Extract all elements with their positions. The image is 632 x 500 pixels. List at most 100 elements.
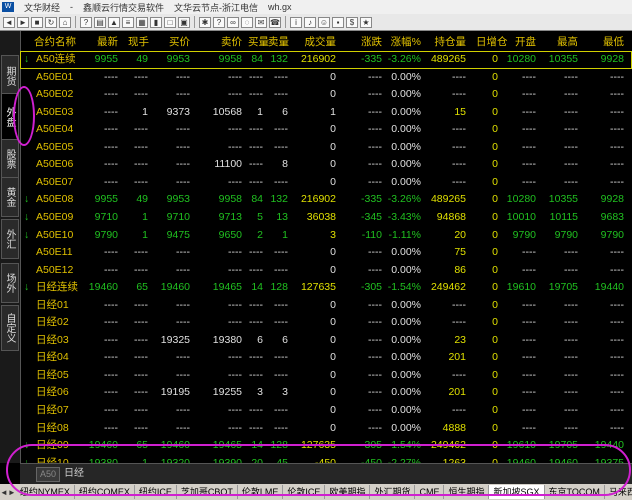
cell-成交量: 0	[330, 368, 336, 381]
table-row[interactable]: A50E12 ---- ---- ---- ---- ---- ---- 0 ---- 0.00%…	[20, 262, 632, 280]
bars-icon[interactable]: ▮	[150, 16, 162, 28]
tab-scroll-left-icon[interactable]: ◄	[0, 488, 8, 497]
window-icon[interactable]: □	[164, 16, 176, 28]
cell-卖价: 19255	[212, 386, 242, 399]
cell-最新: ----	[104, 246, 118, 259]
cell-涨幅%: -1.54%	[387, 281, 421, 294]
table-row[interactable]: ↓ A50E10 9790 1 9475 9650 2 1 3 -110 -1.11% 20 0 9790…	[20, 227, 632, 245]
star-icon[interactable]: ★	[360, 16, 372, 28]
table-row[interactable]: A50E07 ---- ---- ---- ---- ---- ---- 0 ---- 0.00%…	[20, 174, 632, 192]
table-row[interactable]: A50E02 ---- ---- ---- ---- ---- ---- 0 ---- 0.00%…	[20, 86, 632, 104]
cell-成交量: 127635	[300, 281, 336, 294]
column-header: 买价	[169, 36, 190, 48]
cell-涨跌: -305	[360, 281, 382, 294]
table-row[interactable]: ↓ A50连续 9955 49 9953 9958 84 132 216902 -335 -3.26…	[20, 51, 632, 69]
cell-涨跌: ----	[368, 333, 382, 346]
tile-icon[interactable]: ▣	[178, 16, 190, 28]
sidebar-tab-0[interactable]: 期货	[1, 55, 19, 97]
table-row[interactable]: ↓ A50E08 9955 49 9953 9958 84 132 216902 -335 -3.2…	[20, 191, 632, 209]
cell-涨跌: ----	[368, 175, 382, 188]
table-row[interactable]: 日经01 ---- ---- ---- ---- ---- ---- 0 ---- 0.00% --…	[20, 297, 632, 315]
cell-卖量: ----	[274, 246, 288, 259]
sidebar-tab-5[interactable]: 场外	[1, 263, 19, 303]
chart-icon[interactable]: ▲	[108, 16, 120, 28]
cell-日增仓: 0	[492, 228, 498, 241]
table-row[interactable]: A50E06 ---- ---- ---- 11100 ---- 8 0 ---- 0.00% --…	[20, 156, 632, 174]
cell-日增仓: 0	[492, 210, 498, 223]
cell-卖价: 11100	[214, 158, 242, 171]
cell-买价: 9373	[166, 105, 190, 118]
cell-开盘: ----	[522, 351, 536, 364]
stop-icon[interactable]: ■	[31, 16, 43, 28]
cell-开盘: ----	[522, 368, 536, 381]
cell-持仓量: ----	[452, 123, 466, 136]
app-subtitle: 鑫顺云行情交易软件	[83, 2, 165, 13]
refresh-icon[interactable]: ↻	[45, 16, 57, 28]
help-icon[interactable]: ?	[213, 16, 225, 28]
cell-开盘: ----	[522, 386, 536, 399]
phone-icon[interactable]: ☎	[269, 16, 281, 28]
sidebar-tab-2[interactable]: 股票	[1, 139, 19, 179]
table-row[interactable]: 日经05 ---- ---- ---- ---- ---- ---- 0 ---- 0.00% --…	[20, 367, 632, 385]
table-row[interactable]: 日经07 ---- ---- ---- ---- ---- ---- 0 ---- 0.00% --…	[20, 402, 632, 420]
chat-icon[interactable]: ◌	[241, 16, 253, 28]
table-row[interactable]: ↓ A50E09 9710 1 9710 9713 5 13 36038 -345 -3.43% 94…	[20, 209, 632, 227]
cell-买量: ----	[249, 368, 263, 381]
table-row[interactable]: 日经04 ---- ---- ---- ---- ---- ---- 0 ---- 0.00% 20…	[20, 349, 632, 367]
cell-最低: ----	[610, 404, 624, 416]
cell-现手: 49	[136, 193, 148, 206]
title-separator: -	[70, 2, 74, 12]
sidebar-tab-4[interactable]: 外汇	[1, 219, 19, 259]
cell-买量: ----	[249, 421, 263, 434]
cell-买量: 2	[257, 228, 263, 241]
column-header: 买量	[248, 36, 269, 48]
table-row[interactable]: 日经02 ---- ---- ---- ---- ---- ---- 0 ---- 0.00% --…	[20, 314, 632, 332]
cell-最高: ----	[564, 351, 578, 364]
cell-买量: ----	[249, 404, 263, 416]
grid-icon[interactable]: ▦	[136, 16, 148, 28]
sidebar-tab-6[interactable]: 自定义	[1, 305, 19, 351]
home-icon[interactable]: ⌂	[59, 16, 71, 28]
search-icon[interactable]: ?	[80, 16, 92, 28]
list-icon[interactable]: ≡	[122, 16, 134, 28]
contract-name: A50E08	[36, 193, 74, 206]
cell-持仓量: ----	[452, 175, 466, 188]
table-row[interactable]: A50E04 ---- ---- ---- ---- ---- ---- 0 ---- 0.00%…	[20, 121, 632, 139]
cell-持仓量: ----	[452, 140, 466, 153]
cell-卖量: ----	[274, 123, 288, 136]
table-row[interactable]: A50E11 ---- ---- ---- ---- ---- ---- 0 ---- 0.00%…	[20, 244, 632, 262]
cell-现手: ----	[134, 316, 148, 329]
table-row[interactable]: 日经06 ---- ---- 19195 19255 3 3 0 ---- 0.00% 201 0 --…	[20, 384, 632, 402]
table-row[interactable]: A50E01 ---- ---- ---- ---- ---- ---- 0 ---- 0.00%…	[20, 69, 632, 87]
dollar-icon[interactable]: $	[346, 16, 358, 28]
table-row[interactable]: 日经03 ---- ---- 19325 19380 6 6 0 ---- 0.00% 23 0 ---…	[20, 332, 632, 350]
cell-现手: ----	[134, 386, 148, 399]
user-icon[interactable]: ☺	[318, 16, 330, 28]
back-icon[interactable]: ◄	[3, 16, 15, 28]
forward-icon[interactable]: ►	[17, 16, 29, 28]
mail-icon[interactable]: ✉	[255, 16, 267, 28]
cell-买价: 9475	[166, 228, 190, 241]
cell-涨幅%: -1.11%	[388, 228, 422, 241]
table-row[interactable]: A50E05 ---- ---- ---- ---- ---- ---- 0 ---- 0.00%…	[20, 139, 632, 157]
cell-持仓量: ----	[452, 70, 466, 83]
cell-成交量: 0	[330, 70, 336, 83]
cell-日增仓: 0	[492, 298, 498, 311]
cell-最高: ----	[564, 333, 578, 346]
sidebar-tab-3[interactable]: 黄金	[1, 177, 19, 217]
column-header: 持仓量	[434, 36, 467, 48]
table-row[interactable]: 日经08 ---- ---- ---- ---- ---- ---- 0 ---- 0.00% 48…	[20, 420, 632, 438]
print-icon[interactable]: ▤	[94, 16, 106, 28]
bell-icon[interactable]: ♪	[304, 16, 316, 28]
table-row[interactable]: A50E03 ---- 1 9373 10568 1 6 1 ---- 0.00% 15 0 ---- -…	[20, 104, 632, 122]
settings-icon[interactable]: ✱	[199, 16, 211, 28]
contract-name: A50E10	[36, 228, 74, 241]
column-header: 最高	[557, 36, 578, 48]
cell-最低: ----	[610, 123, 624, 136]
link-icon[interactable]: ∞	[227, 16, 239, 28]
info-icon[interactable]: i	[290, 16, 302, 28]
cell-买量: ----	[249, 175, 263, 188]
table-row[interactable]: ↓ 日经连续 19460 65 19460 19465 14 128 127635 -305 -1.…	[20, 279, 632, 297]
lock-icon[interactable]: ▪	[332, 16, 344, 28]
cell-最新: ----	[104, 263, 118, 276]
